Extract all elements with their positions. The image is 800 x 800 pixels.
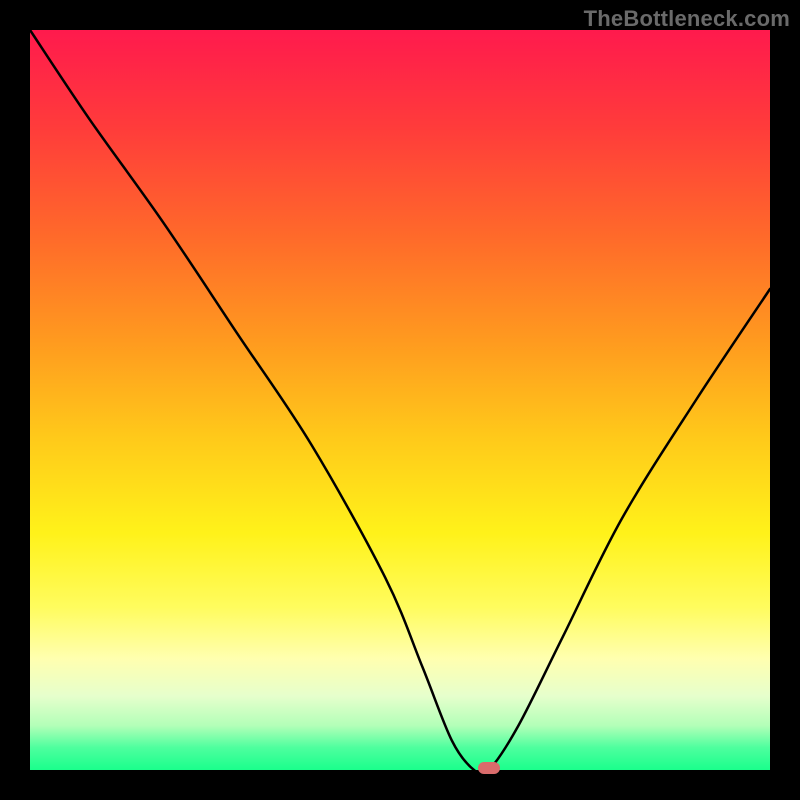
chart-container: TheBottleneck.com <box>0 0 800 800</box>
optimum-marker <box>478 762 500 774</box>
plot-area <box>30 30 770 770</box>
watermark-text: TheBottleneck.com <box>584 6 790 32</box>
bottleneck-curve <box>30 30 770 770</box>
